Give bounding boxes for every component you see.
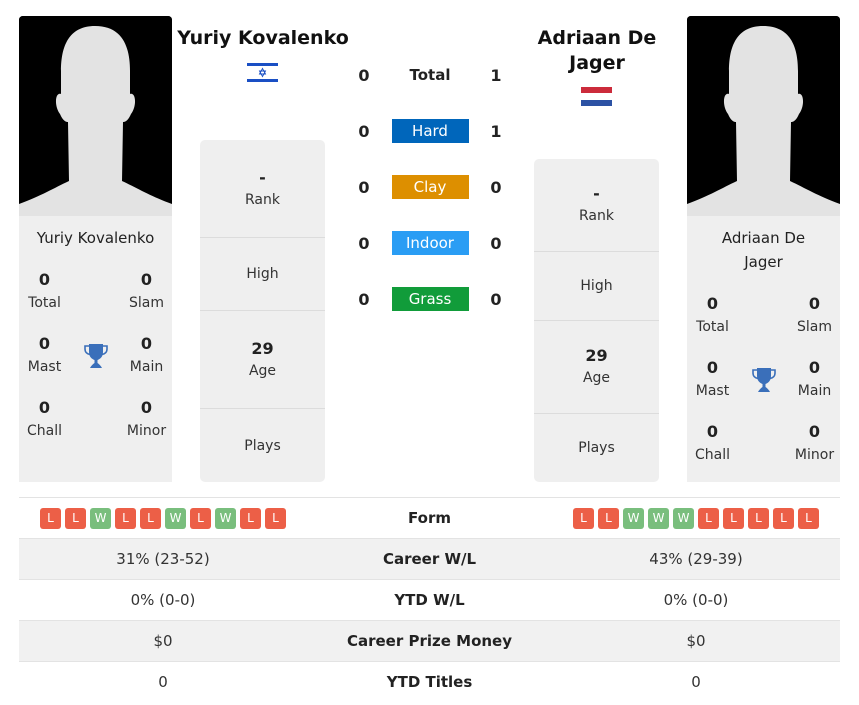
form-win-badge[interactable]: W <box>623 507 644 529</box>
player2-career-wl: 43% (29-39) <box>649 550 743 568</box>
form-loss-badge[interactable]: L <box>190 507 211 529</box>
player1-card-name: Yuriy Kovalenko <box>36 229 155 247</box>
surface-indoor-badge: Indoor <box>391 231 469 255</box>
surface-grass-badge: Grass <box>391 287 469 311</box>
form-loss-badge[interactable]: L <box>140 507 161 529</box>
player2-card-name: Adriaan De Jager <box>721 229 806 271</box>
player1-form: LLWLLWLWLL <box>19 507 307 529</box>
form-win-badge[interactable]: W <box>90 507 111 529</box>
form-loss-badge[interactable]: L <box>573 507 594 529</box>
player1-titles-grid: 0 Total 0 Slam 0 Mast 0 Main 0 Chall 0 Minor <box>19 260 172 452</box>
title-minor: 0 Minor <box>794 422 835 463</box>
title-mast: 0 Mast <box>695 358 730 399</box>
ytd-wl-row: 0% (0-0) YTD W/L 0% (0-0) <box>19 579 840 620</box>
player-silhouette-icon <box>687 16 840 216</box>
player2-ytd-wl: 0% (0-0) <box>663 591 729 609</box>
form-loss-badge[interactable]: L <box>240 507 261 529</box>
h2h-row-total: 0 Total 1 <box>340 63 520 87</box>
h2h-row-clay: 0 Clay 0 <box>340 175 520 199</box>
player1-plays: Plays <box>244 437 281 454</box>
title-chall: 0 Chall <box>694 422 730 463</box>
surface-total: Total <box>409 66 451 84</box>
player1-ytd-titles: 0 <box>158 673 168 691</box>
player1-ytd-wl: 0% (0-0) <box>130 591 196 609</box>
title-total: 0 Total <box>696 294 729 335</box>
career-wl-row: 31% (23-52) Career W/L 43% (29-39) <box>19 538 840 579</box>
ytd-titles-row: 0 YTD Titles 0 <box>19 661 840 702</box>
prize-money-label: Career Prize Money <box>346 632 512 650</box>
form-loss-badge[interactable]: L <box>698 507 719 529</box>
player2-titles-card: Adriaan De Jager 0 Total 0 Slam 0 Mast 0 Mai… <box>687 216 840 482</box>
form-row: LLWLLWLWLL Form LLWWWLLLLL <box>19 497 840 538</box>
player2-ytd-titles: 0 <box>691 673 701 691</box>
title-slam: 0 Slam <box>797 294 832 335</box>
player2-plays: Plays <box>578 440 615 456</box>
player1-titles-card: Yuriy Kovalenko 0 Total 0 Slam 0 Mast 0 Main… <box>19 216 172 482</box>
form-label: Form <box>408 509 451 527</box>
player2-name[interactable]: Adriaan De Jager <box>527 26 667 76</box>
title-total: 0 Total <box>28 270 61 311</box>
form-loss-badge[interactable]: L <box>65 507 86 529</box>
player2-titles-grid: 0 Total 0 Slam 0 Mast 0 Main 0 Chall 0 Minor <box>687 284 840 476</box>
player1-photo <box>19 16 172 216</box>
player1-rank: - Rank <box>200 140 325 238</box>
career-wl-label: Career W/L <box>382 550 477 568</box>
player2-prize-money: $0 <box>686 632 706 650</box>
form-loss-badge[interactable]: L <box>598 507 619 529</box>
form-loss-badge[interactable]: L <box>748 507 769 529</box>
form-win-badge[interactable]: W <box>648 507 669 529</box>
h2h-row-indoor: 0 Indoor 0 <box>340 231 520 255</box>
israel-flag-icon <box>247 62 278 87</box>
prize-money-row: $0 Career Prize Money $0 <box>19 620 840 661</box>
player2-age: 29 Age <box>534 321 659 414</box>
trophy-icon <box>738 348 789 412</box>
player-silhouette-icon <box>19 16 172 216</box>
title-main: 0 Main <box>797 358 832 399</box>
player2-photo <box>687 16 840 216</box>
surface-clay-badge: Clay <box>391 175 469 199</box>
player1-age: 29 Age <box>200 311 325 409</box>
trophy-icon <box>70 324 121 388</box>
ytd-titles-label: YTD Titles <box>386 673 473 691</box>
player1-career-wl: 31% (23-52) <box>116 550 210 568</box>
ytd-wl-label: YTD W/L <box>394 591 465 609</box>
form-win-badge[interactable]: W <box>673 507 694 529</box>
player1-high: High <box>200 238 325 311</box>
title-chall: 0 Chall <box>26 398 62 439</box>
form-loss-badge[interactable]: L <box>798 507 819 529</box>
form-loss-badge[interactable]: L <box>723 507 744 529</box>
form-loss-badge[interactable]: L <box>40 507 61 529</box>
player1-info-panel: - Rank High 29 Age Plays <box>200 140 325 482</box>
form-win-badge[interactable]: W <box>165 507 186 529</box>
player2-high: High <box>534 252 659 321</box>
netherlands-flag-icon <box>581 86 612 111</box>
player1-name[interactable]: Yuriy Kovalenko <box>172 26 354 51</box>
surface-hard-badge: Hard <box>391 119 469 143</box>
title-mast: 0 Mast <box>27 334 62 375</box>
h2h-row-hard: 0 Hard 1 <box>340 119 520 143</box>
title-main: 0 Main <box>129 334 164 375</box>
form-loss-badge[interactable]: L <box>265 507 286 529</box>
title-minor: 0 Minor <box>126 398 167 439</box>
form-loss-badge[interactable]: L <box>115 507 136 529</box>
form-win-badge[interactable]: W <box>215 507 236 529</box>
player2-form: LLWWWLLLLL <box>552 507 840 529</box>
player2-info-panel: - Rank High 29 Age Plays <box>534 159 659 482</box>
h2h-row-grass: 0 Grass 0 <box>340 287 520 311</box>
form-loss-badge[interactable]: L <box>773 507 794 529</box>
player2-rank: - Rank <box>534 159 659 252</box>
player1-prize-money: $0 <box>153 632 173 650</box>
title-slam: 0 Slam <box>129 270 164 311</box>
